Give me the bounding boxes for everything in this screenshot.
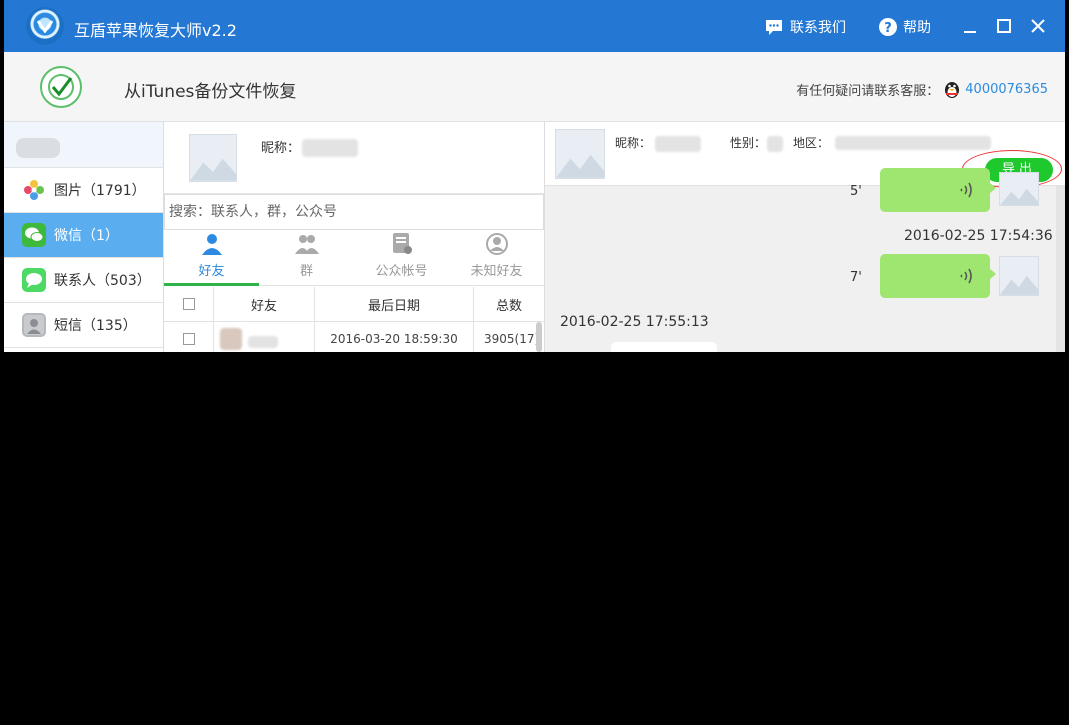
image-placeholder-icon xyxy=(556,154,604,178)
column-last-date[interactable]: 最后日期 xyxy=(315,287,474,321)
app-logo-icon xyxy=(26,7,64,45)
page-header: 从iTunes备份文件恢复 有任何疑问请联系客服： 4000076365 xyxy=(4,52,1065,122)
voice-message-bubble[interactable] xyxy=(880,254,996,298)
friends-table-header: 好友 最后日期 总数 xyxy=(164,287,544,322)
close-icon[interactable] xyxy=(1026,14,1050,38)
page-title: 从iTunes备份文件恢复 xyxy=(124,82,297,102)
sidebar-item-photos[interactable]: 图片（1791） xyxy=(4,168,163,213)
svg-text:?: ? xyxy=(884,21,892,36)
unknown-user-icon xyxy=(485,233,508,255)
nickname-blurred xyxy=(302,139,358,157)
friend-avatar-blurred xyxy=(220,328,242,350)
column-total[interactable]: 总数 xyxy=(474,287,544,321)
device-name-blurred xyxy=(16,138,60,158)
tab-label: 群 xyxy=(299,264,313,279)
sidebar-item-label: 微信（1） xyxy=(54,228,119,244)
tab-label: 公众帐号 xyxy=(375,264,428,279)
friend-type-tabs: 好友 群 公众帐号 未知好友 xyxy=(164,230,544,286)
voice-wave-icon xyxy=(960,182,972,198)
image-placeholder-icon xyxy=(1000,188,1038,205)
help-icon: ? xyxy=(879,18,897,36)
region-blurred xyxy=(835,136,991,150)
wechat-icon xyxy=(22,223,46,247)
select-all-cell xyxy=(164,287,214,321)
table-scrollbar[interactable] xyxy=(536,322,542,352)
support-info: 有任何疑问请联系客服： 4000076365 xyxy=(796,79,1048,99)
group-icon xyxy=(294,235,319,254)
sidebar-item-contacts[interactable]: 联系人（503） xyxy=(4,258,163,303)
sidebar-item-label: 联系人（503） xyxy=(54,273,151,289)
sender-avatar xyxy=(999,172,1039,206)
help-label: 帮助 xyxy=(903,20,931,36)
row-last-date: 2016-03-20 18:59:30 xyxy=(315,322,474,352)
voice-duration: 7' xyxy=(850,270,862,285)
contact-us-label: 联系我们 xyxy=(790,20,846,36)
voice-duration: 5' xyxy=(850,184,862,199)
photos-icon xyxy=(22,178,46,202)
tab-public-accounts[interactable]: 公众帐号 xyxy=(354,230,449,285)
column-friend[interactable]: 好友 xyxy=(214,287,315,321)
voice-wave-icon xyxy=(960,268,972,284)
person-icon xyxy=(201,234,222,255)
contact-avatar xyxy=(555,129,605,179)
image-placeholder-icon xyxy=(1000,276,1038,295)
sidebar-item-label: 短信（135） xyxy=(54,318,137,334)
region-label: 地区： xyxy=(793,136,830,150)
chat-scrollbar[interactable] xyxy=(1056,186,1065,352)
gender-blurred xyxy=(767,136,783,152)
row-total: 3905(17) xyxy=(484,332,540,346)
messages-icon xyxy=(22,313,46,337)
row-friend-cell xyxy=(214,322,315,352)
device-selector[interactable] xyxy=(4,122,163,168)
public-account-icon xyxy=(392,233,412,254)
row-checkbox[interactable] xyxy=(182,333,195,345)
support-label: 有任何疑问请联系客服： xyxy=(796,83,940,99)
sidebar-item-messages[interactable]: 短信（135） xyxy=(4,303,163,348)
category-sidebar: 图片（1791） 微信（1） 联系人（503） 短信（135） xyxy=(4,122,164,352)
chat-bubble-icon xyxy=(766,19,782,35)
friends-panel: 昵称： 搜索：联系人，群，公众号 好友 群 公众帐号 未知好友 好友 最后日期 … xyxy=(164,122,545,352)
message-timestamp: 2016-02-25 17:55:13 xyxy=(560,314,709,330)
incoming-message-bubble[interactable] xyxy=(611,342,717,352)
contacts-icon xyxy=(22,268,46,292)
tab-friends[interactable]: 好友 xyxy=(164,230,259,286)
qq-penguin-icon[interactable] xyxy=(943,79,961,99)
sender-avatar xyxy=(999,256,1039,296)
sidebar-item-wechat[interactable]: 微信（1） xyxy=(4,213,163,258)
tab-unknown-friends[interactable]: 未知好友 xyxy=(449,230,544,285)
title-bar: 互盾苹果恢复大师v2.2 联系我们 ? 帮助 xyxy=(4,0,1065,52)
app-title: 互盾苹果恢复大师v2.2 xyxy=(74,21,237,40)
message-timestamp: 2016-02-25 17:54:36 xyxy=(904,228,1053,244)
tab-groups[interactable]: 群 xyxy=(259,230,354,285)
image-placeholder-icon xyxy=(190,159,236,181)
nickname-label: 昵称： xyxy=(261,141,301,156)
app-window: 互盾苹果恢复大师v2.2 联系我们 ? 帮助 从iTunes备份文件恢复 有任何… xyxy=(4,0,1065,352)
itunes-restore-icon xyxy=(40,66,82,108)
table-row[interactable]: 2016-03-20 18:59:30 3905(17) xyxy=(164,322,544,352)
gender-label: 性别： xyxy=(730,136,767,150)
search-input[interactable]: 搜索：联系人，群，公众号 xyxy=(164,194,544,230)
friend-name-blurred xyxy=(248,336,278,348)
chat-nickname-blurred xyxy=(655,136,701,152)
tab-label: 好友 xyxy=(198,264,225,279)
account-profile: 昵称： xyxy=(164,122,544,194)
chat-panel: 昵称： 性别： 地区： 导出 5' 2016-02-25 17:54:36 7'… xyxy=(545,122,1065,352)
contact-us-button[interactable]: 联系我们 xyxy=(764,17,846,37)
chat-nickname-label: 昵称： xyxy=(615,136,652,150)
voice-message-bubble[interactable] xyxy=(880,168,996,212)
support-phone-link[interactable]: 4000076365 xyxy=(965,82,1048,97)
account-avatar xyxy=(189,134,237,182)
select-all-checkbox[interactable] xyxy=(182,298,195,310)
sidebar-item-label: 图片（1791） xyxy=(54,183,146,199)
tab-label: 未知好友 xyxy=(470,264,523,279)
row-select-cell xyxy=(164,322,214,352)
help-button[interactable]: ? 帮助 xyxy=(879,17,931,37)
maximize-icon[interactable] xyxy=(992,14,1016,38)
minimize-icon[interactable] xyxy=(958,14,982,38)
